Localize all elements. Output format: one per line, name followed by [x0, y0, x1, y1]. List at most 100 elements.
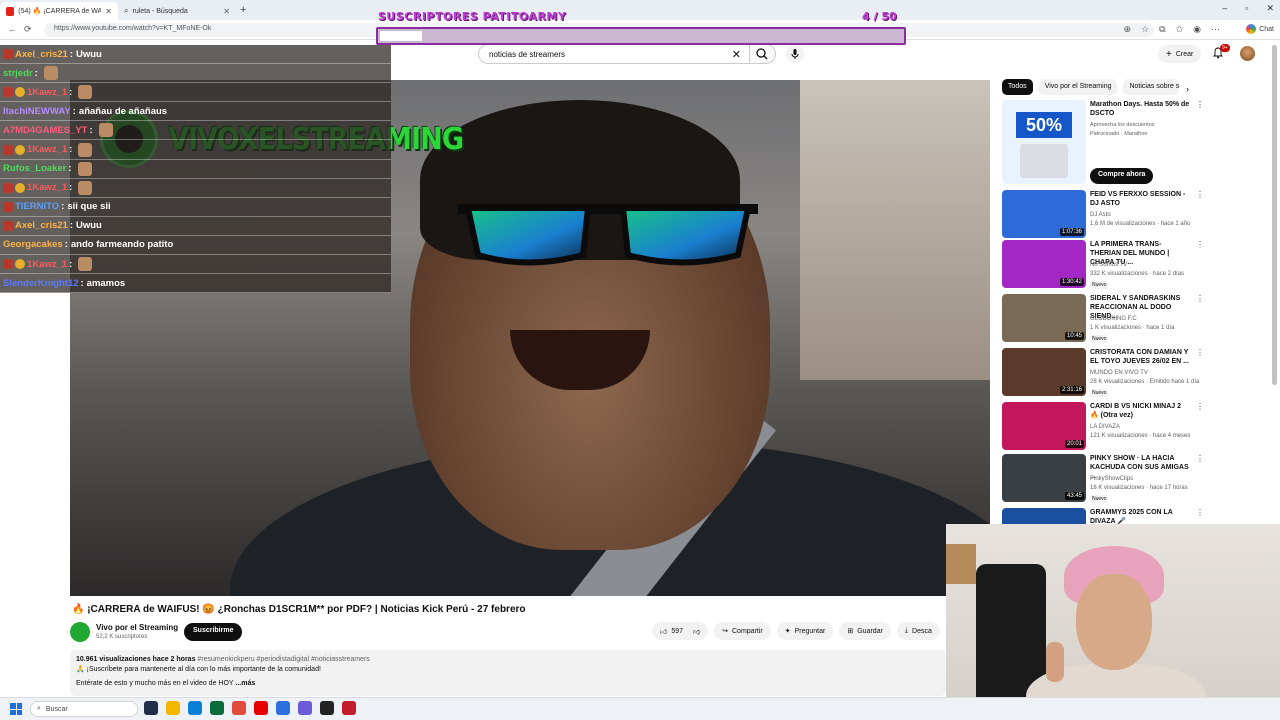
taskbar-app-icon[interactable] — [188, 701, 202, 715]
video-thumbnail[interactable]: 20:01 — [1002, 402, 1086, 450]
chevron-right-icon[interactable]: › — [1186, 84, 1189, 94]
coin-badge-icon — [15, 259, 25, 270]
dislike-button[interactable]: 👎︎ — [693, 627, 700, 636]
account-avatar[interactable] — [1240, 46, 1255, 61]
video-channel[interactable]: DJ Asto — [1090, 212, 1111, 218]
chat-username[interactable]: Georgacakes — [3, 239, 63, 250]
ad-cta-button[interactable]: Compre ahora — [1090, 168, 1154, 184]
ad-title: Marathon Days. Hasta 50% de DSCTO — [1090, 101, 1190, 117]
stream-chat-overlay: Axel_cris21: Uwuu strjedr:1Kawz_1: ItachiNE… — [0, 45, 391, 294]
more-options-icon[interactable]: ⋮ — [1196, 294, 1204, 303]
close-window-icon[interactable]: ✕ — [1266, 3, 1274, 14]
chip-related[interactable]: Noticias sobre s — [1123, 79, 1180, 95]
chat-username[interactable]: Rufos_Loaker — [3, 163, 66, 174]
taskbar-app-icon[interactable] — [320, 701, 334, 715]
copilot-chat-button[interactable]: Chat — [1246, 24, 1274, 34]
more-menu-icon[interactable]: ⋯ — [1211, 24, 1220, 35]
video-channel[interactable]: GLOBOKING F.C — [1090, 316, 1137, 322]
chat-username[interactable]: A7MD4GAMES_YT — [3, 125, 87, 136]
clear-search-icon[interactable]: ✕ — [732, 48, 741, 61]
taskbar-app-icon[interactable] — [144, 701, 158, 715]
tab-youtube-video[interactable]: (54) 🔥 ¡CARRERA de WAIFUS! 😡 ✕ — [0, 2, 118, 20]
windows-start-icon[interactable] — [10, 703, 22, 715]
chat-username[interactable]: Axel_cris21 — [15, 49, 68, 60]
chat-username[interactable]: TIERNITO — [15, 201, 59, 212]
chat-emote-icon — [78, 257, 93, 272]
search-input[interactable]: noticias de streamers ✕ — [478, 44, 750, 64]
ad-thumbnail[interactable]: 50% — [1002, 100, 1086, 184]
chat-username[interactable]: strjedr — [3, 68, 33, 79]
chip-channel[interactable]: Vivo por el Streaming — [1038, 79, 1118, 95]
download-button[interactable]: ⤓ Desca — [896, 622, 940, 640]
more-options-icon[interactable]: ⋮ — [1196, 100, 1204, 109]
video-channel[interactable]: PinkyShowClips — [1090, 476, 1133, 482]
close-tab-icon[interactable]: ✕ — [223, 7, 230, 16]
chat-username[interactable]: 1Kawz_1 — [27, 144, 67, 155]
chat-username[interactable]: ItachiNEWWAY — [3, 106, 71, 117]
new-tab-button[interactable]: + — [240, 4, 246, 16]
video-thumbnail[interactable]: 2:31:16 — [1002, 348, 1086, 396]
video-thumbnail[interactable]: 43:45 — [1002, 454, 1086, 502]
taskbar-app-icon[interactable] — [210, 701, 224, 715]
video-channel[interactable]: No Somos TV — [1090, 262, 1127, 268]
chat-username[interactable]: 1Kawz_1 — [27, 259, 67, 270]
more-options-icon[interactable]: ⋮ — [1196, 454, 1204, 463]
share-button[interactable]: ↪ Compartir — [714, 622, 771, 640]
chat-message: Georgacakes: ando farmeando patito — [0, 236, 391, 256]
taskbar-search[interactable]: ⌕ Buscar — [30, 701, 138, 717]
extensions-icon[interactable]: ⧉ — [1159, 24, 1165, 35]
chat-username[interactable]: Axel_cris21 — [15, 220, 68, 231]
video-channel[interactable]: LA DIVAZA — [1090, 424, 1120, 430]
zoom-icon[interactable]: ⊕ — [1124, 24, 1132, 35]
close-tab-icon[interactable]: ✕ — [105, 7, 112, 16]
taskbar-app-icon[interactable] — [254, 701, 268, 715]
more-options-icon[interactable]: ⋮ — [1196, 402, 1204, 411]
subscribe-button[interactable]: Suscribirme — [184, 623, 243, 641]
taskbar-app-icon[interactable] — [166, 701, 180, 715]
tab-ruleta-search[interactable]: ⌕ ruleta - Búsqueda ✕ — [118, 2, 236, 20]
minimize-icon[interactable]: – — [1222, 3, 1227, 14]
recommended-video[interactable]: 2:31:16 CRISTORATA CON DAMIAN Y EL TOYO J… — [1002, 348, 1204, 398]
show-more-link[interactable]: ...más — [235, 680, 255, 687]
recommended-video[interactable]: 1:07:36 FEID VS FERXXO SESSION - DJ ASTO D… — [1002, 190, 1204, 240]
refresh-icon[interactable]: ⟳ — [24, 24, 32, 35]
chat-username[interactable]: 1Kawz_1 — [27, 182, 67, 193]
taskbar-app-icon[interactable] — [342, 701, 356, 715]
taskbar-app-icon[interactable] — [276, 701, 290, 715]
favorites-icon[interactable]: ✩ — [1176, 24, 1184, 35]
search-button[interactable] — [750, 44, 776, 64]
channel-avatar[interactable] — [70, 622, 90, 642]
maximize-icon[interactable]: ▫ — [1245, 3, 1248, 14]
taskbar-app-icon[interactable] — [232, 701, 246, 715]
create-button[interactable]: + Crear — [1158, 45, 1202, 63]
more-options-icon[interactable]: ⋮ — [1196, 240, 1204, 249]
video-description[interactable]: 10.961 visualizaciones hace 2 horas #res… — [70, 650, 946, 696]
back-arrow-icon[interactable]: ← — [8, 24, 17, 34]
page-scrollbar[interactable] — [1272, 45, 1277, 385]
profile-icon[interactable]: ◉ — [1193, 24, 1201, 35]
video-thumbnail[interactable]: 10:45 — [1002, 294, 1086, 342]
video-channel[interactable]: MUNDO EN VIVO TV — [1090, 370, 1148, 376]
recommended-video[interactable]: 20:01 CARDI B VS NICKI MINAJ 2 🔥 (Otra ve… — [1002, 402, 1204, 452]
sponsored-ad[interactable]: 50% Marathon Days. Hasta 50% de DSCTO Ap… — [1002, 100, 1204, 188]
more-options-icon[interactable]: ⋮ — [1196, 348, 1204, 357]
more-options-icon[interactable]: ⋮ — [1196, 508, 1204, 517]
video-thumbnail[interactable]: 1:07:36 — [1002, 190, 1086, 238]
hashtags[interactable]: #resumenkickperu #periodistadigital #not… — [197, 656, 369, 663]
chat-username[interactable]: 1Kawz_1 — [27, 87, 67, 98]
chat-username[interactable]: SlenderKnight12 — [3, 278, 79, 289]
recommended-video[interactable]: 43:45 PINKY SHOW · LA HACIA KACHUDA CON S… — [1002, 454, 1204, 504]
channel-name[interactable]: Vivo por el Streaming — [96, 623, 178, 632]
ask-button[interactable]: ✦ Preguntar — [776, 622, 834, 640]
more-options-icon[interactable]: ⋮ — [1196, 190, 1204, 199]
recommended-video[interactable]: 10:45 SIDERAL Y SANDRASKINS REACCIONAN AL… — [1002, 294, 1204, 344]
chip-all[interactable]: Todos — [1002, 79, 1033, 95]
taskbar-app-icon[interactable] — [298, 701, 312, 715]
like-button[interactable]: 👍︎ 597 — [660, 627, 683, 636]
bookmark-star-icon[interactable]: ☆ — [1141, 24, 1149, 35]
voice-search-button[interactable] — [786, 45, 804, 63]
save-button[interactable]: ⊞ Guardar — [839, 622, 891, 640]
car-window — [800, 80, 990, 380]
video-thumbnail[interactable]: 1:30:42 — [1002, 240, 1086, 288]
recommended-video[interactable]: 1:30:42 LA PRIMERA TRANS-THERIAN DEL MUND… — [1002, 240, 1204, 290]
